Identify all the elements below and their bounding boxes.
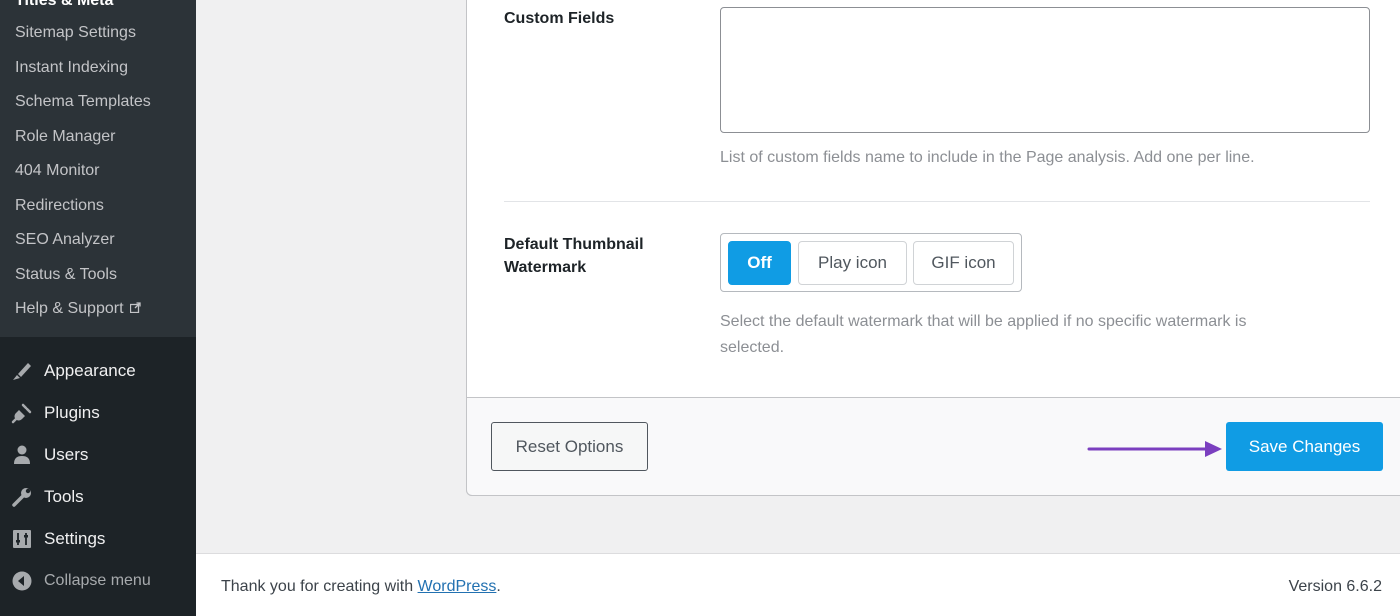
user-icon [11, 444, 33, 466]
submenu-item-label: Help & Support [15, 300, 124, 317]
submenu-item-status-tools[interactable]: Status & Tools [15, 266, 117, 284]
arrow-annotation-icon [1087, 441, 1222, 457]
submenu-item-titles-meta[interactable]: Titles & Meta [15, 0, 113, 10]
submenu-item-redirections[interactable]: Redirections [15, 197, 104, 215]
custom-fields-textarea[interactable] [720, 7, 1370, 133]
plug-icon [11, 402, 33, 424]
watermark-option-gif-icon[interactable]: GIF icon [913, 241, 1014, 285]
menu-item-users[interactable]: Users [0, 437, 196, 473]
submenu-item-role-manager[interactable]: Role Manager [15, 128, 116, 146]
wrench-icon [11, 486, 33, 508]
submenu-item-instant-indexing[interactable]: Instant Indexing [15, 59, 128, 77]
collapse-menu-button[interactable]: Collapse menu [0, 563, 196, 599]
admin-sidebar: Titles & Meta Sitemap Settings Instant I… [0, 0, 196, 616]
menu-label: Collapse menu [44, 572, 151, 589]
section-divider [504, 201, 1370, 202]
menu-label: Appearance [44, 361, 136, 380]
submenu-item-404-monitor[interactable]: 404 Monitor [15, 162, 100, 180]
submenu-item-help-support[interactable]: Help & Support [15, 300, 141, 318]
watermark-label-line: Watermark [504, 259, 587, 276]
submenu-item-sitemap-settings[interactable]: Sitemap Settings [15, 24, 136, 42]
submenu-item-schema-templates[interactable]: Schema Templates [15, 93, 151, 111]
watermark-option-off[interactable]: Off [728, 241, 791, 285]
wordpress-link[interactable]: WordPress [418, 578, 497, 595]
watermark-label: Default Thumbnail Watermark [504, 233, 644, 279]
watermark-option-play-icon[interactable]: Play icon [798, 241, 907, 285]
watermark-label-line: Default Thumbnail [504, 236, 644, 253]
save-changes-button[interactable]: Save Changes [1226, 422, 1383, 471]
watermark-description-line: Select the default watermark that will b… [720, 313, 1247, 330]
footer-thanks-suffix: . [496, 578, 501, 595]
menu-item-tools[interactable]: Tools [0, 479, 196, 515]
menu-label: Tools [44, 487, 84, 506]
external-link-icon [129, 302, 141, 313]
custom-fields-description: List of custom fields name to include in… [720, 149, 1255, 166]
menu-item-appearance[interactable]: Appearance [0, 353, 196, 389]
custom-fields-label: Custom Fields [504, 10, 615, 27]
collapse-icon [11, 570, 33, 592]
watermark-description: Select the default watermark that will b… [720, 309, 1246, 361]
menu-label: Users [44, 445, 89, 464]
version-text: Version 6.6.2 [1288, 578, 1382, 595]
menu-label: Settings [44, 529, 106, 548]
footer-thanks-prefix: Thank you for creating with [221, 578, 418, 595]
reset-options-button[interactable]: Reset Options [491, 422, 648, 471]
watermark-toggle-group: Off Play icon GIF icon [720, 233, 1022, 292]
watermark-description-line: selected. [720, 339, 785, 356]
sliders-icon [11, 528, 33, 550]
wp-footer: Thank you for creating with WordPress. V… [196, 553, 1400, 616]
menu-item-settings[interactable]: Settings [0, 521, 196, 557]
menu-item-plugins[interactable]: Plugins [0, 395, 196, 431]
brush-icon [11, 360, 33, 382]
rank-math-submenu: Titles & Meta Sitemap Settings Instant I… [0, 0, 196, 337]
submenu-item-seo-analyzer[interactable]: SEO Analyzer [15, 231, 115, 249]
menu-label: Plugins [44, 403, 100, 422]
footer-thanks-text: Thank you for creating with WordPress. [221, 578, 501, 596]
